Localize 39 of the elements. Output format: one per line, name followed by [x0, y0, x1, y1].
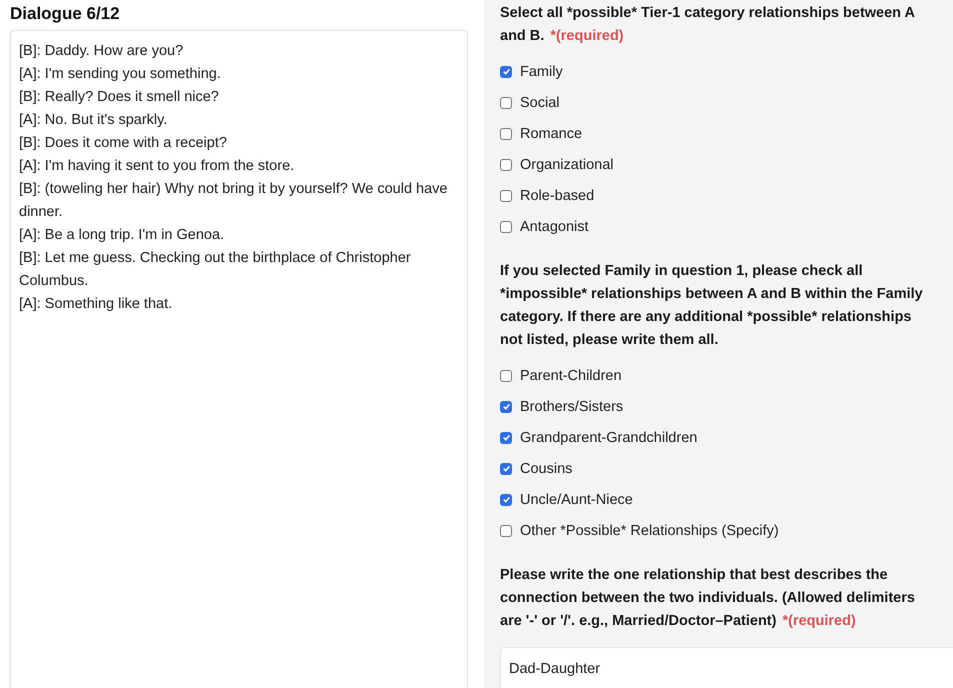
option-label: Grandparent-Grandchildren	[520, 430, 698, 446]
dialogue-line: [B]: Does it come with a receipt?	[19, 134, 228, 153]
answer-field[interactable]: Dad-Daughter	[500, 647, 953, 688]
option-label: Uncle/Aunt-Niece	[520, 492, 633, 508]
option-label: Organizational	[520, 156, 614, 172]
checkbox[interactable]	[500, 400, 512, 412]
dialogue-line: [B]: Let me guess. Checking out the birthplace of Christopher Columbus.	[19, 249, 412, 291]
dialogue-line: [A]: Something like that.	[19, 295, 174, 314]
option-label: Family	[520, 64, 563, 80]
checkbox[interactable]	[500, 220, 512, 232]
question-text: Please write the one relationship that best describes the connection between the two individuals. (Allowed delimiters are '-' or '/'. e.g., Married/Doctor–Patient) *(required)	[500, 566, 916, 631]
checkbox[interactable]	[500, 494, 512, 506]
option-label: Parent-Children	[520, 368, 622, 384]
dialogue-line: [A]: I'm having it sent to you from the store.	[19, 157, 296, 176]
checkbox[interactable]	[500, 66, 512, 78]
dialogue-line: [A]: Be a long trip. I'm in Genoa.	[19, 226, 226, 245]
option-label: Social	[520, 94, 560, 110]
option-label: Cousins	[520, 460, 572, 476]
dialogue-line: [B]: Daddy. How are you?	[19, 42, 184, 61]
option-label: Romance	[520, 126, 582, 142]
dialogue-line: [B]: (toweling her hair) Why not bring it by yourself? We could have dinner.	[19, 180, 448, 222]
question-text: If you selected Family in question 1, please check all *impossible* relationships between A and B within the Family category. If there are any additional *possible* relationships not listed, please write them all.	[500, 262, 924, 350]
checkbox[interactable]	[500, 370, 512, 382]
dialogue-title: Dialogue 6/12	[10, 4, 121, 24]
checkbox[interactable]	[500, 128, 512, 140]
dialogue-line: [B]: Really? Does it smell nice?	[19, 88, 220, 107]
checkbox[interactable]	[500, 96, 512, 108]
checkbox[interactable]	[500, 462, 512, 474]
question-text: Select all *possible* Tier-1 category relationships between A and B. *(required)	[500, 4, 916, 46]
option-label: Role-based	[520, 188, 594, 204]
dialogue-line: [A]: No. But it's sparkly.	[19, 111, 168, 130]
checkbox[interactable]	[500, 432, 512, 444]
checkbox[interactable]	[500, 190, 512, 202]
option-label: Antagonist	[520, 218, 589, 234]
dialogue-line: [A]: I'm sending you something.	[19, 65, 222, 84]
checkbox[interactable]	[500, 158, 512, 170]
option-label: Other *Possible* Relationships (Specify)	[520, 522, 779, 538]
checkbox[interactable]	[500, 524, 512, 536]
option-label: Brothers/Sisters	[520, 398, 624, 414]
